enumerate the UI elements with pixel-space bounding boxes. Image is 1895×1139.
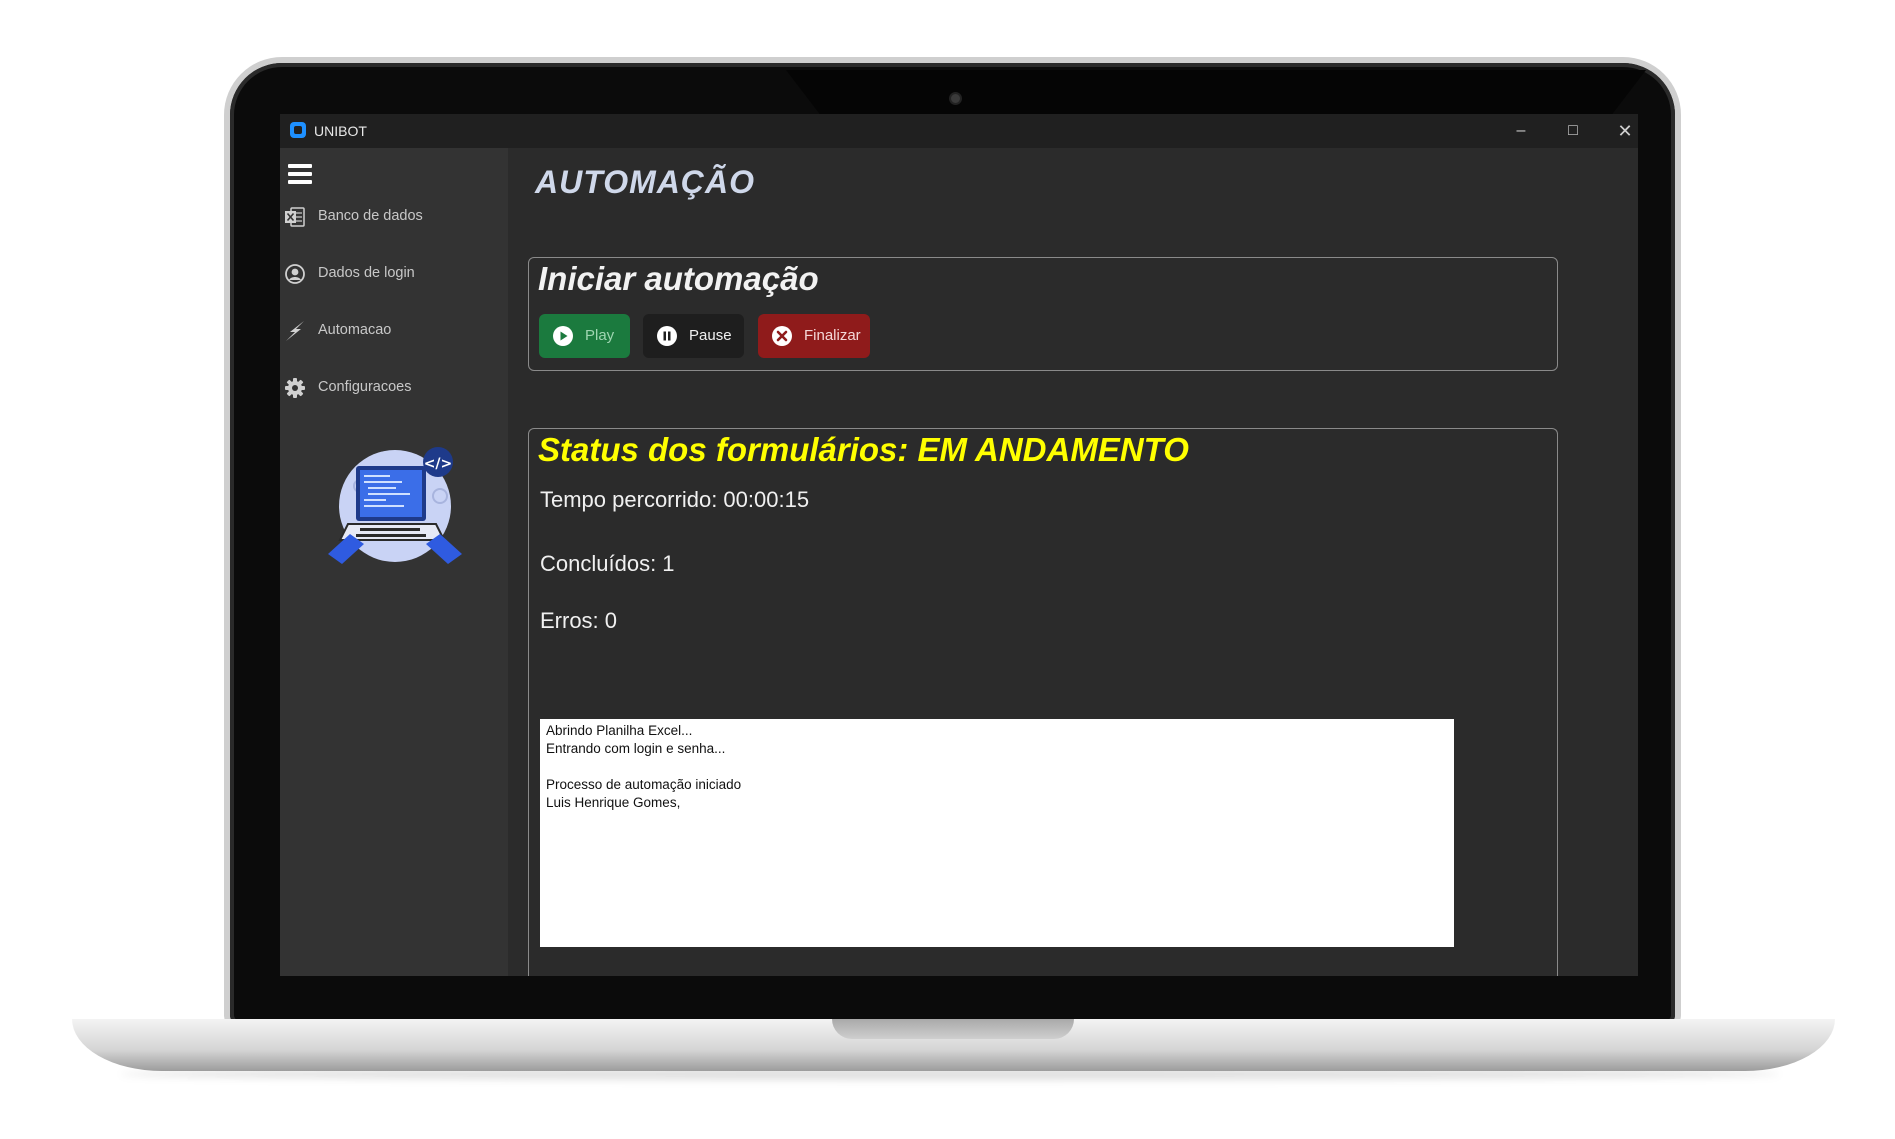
page-title: AUTOMAÇÃO [535, 164, 755, 200]
sidebar-item-label: Configuracoes [318, 379, 412, 395]
pause-button-label: Pause [689, 327, 732, 344]
sidebar-item-configuracoes[interactable]: Configuracoes [280, 367, 508, 407]
laptop-base-notch [832, 1019, 1074, 1039]
sidebar-item-label: Dados de login [318, 265, 415, 281]
elapsed-time: Tempo percorrido: 00:00:15 [540, 487, 810, 512]
main-content: AUTOMAÇÃO Iniciar automação Play Pause F… [508, 148, 1638, 976]
completed-count: Concluídos: 1 [540, 551, 675, 576]
sidebar: Banco de dados Dados de login Automacao [280, 148, 508, 976]
sidebar-item-dados-de-login[interactable]: Dados de login [280, 253, 508, 293]
minimize-icon[interactable]: – [1506, 120, 1536, 142]
hamburger-menu-icon[interactable] [288, 164, 312, 186]
play-icon [553, 326, 573, 346]
play-button-label: Play [585, 327, 615, 344]
play-button[interactable]: Play [539, 314, 630, 358]
log-line: Abrindo Planilha Excel... [546, 723, 693, 738]
pause-icon [657, 326, 677, 346]
app-title: UNIBOT [314, 123, 367, 139]
gear-icon [285, 378, 305, 398]
app-window: UNIBOT – □ ✕ Banco de dados Dados de log… [280, 114, 1638, 976]
developer-laptop-illustration: </> [328, 447, 462, 564]
log-line: Processo de automação iniciado [546, 777, 742, 792]
pause-button[interactable]: Pause [643, 314, 744, 358]
start-panel-title: Iniciar automação [538, 260, 819, 297]
finalize-button-label: Finalizar [804, 327, 861, 344]
sidebar-item-banco-de-dados[interactable]: Banco de dados [280, 196, 508, 236]
sidebar-item-label: Banco de dados [318, 208, 423, 224]
laptop-top-notch [786, 70, 1646, 115]
start-automation-panel: Iniciar automação Play Pause Finalizar [528, 257, 1558, 371]
title-bar: UNIBOT – □ ✕ [280, 114, 1638, 148]
close-circle-icon [772, 326, 792, 346]
user-circle-icon [285, 264, 305, 284]
finalize-button[interactable]: Finalizar [758, 314, 870, 358]
lightning-icon [286, 321, 304, 341]
close-icon[interactable]: ✕ [1610, 120, 1638, 142]
maximize-icon[interactable]: □ [1558, 120, 1588, 142]
app-logo-icon [290, 122, 306, 138]
sidebar-item-label: Automacao [318, 322, 392, 338]
log-output-box[interactable]: Abrindo Planilha Excel... Entrando com l… [540, 719, 1454, 947]
error-count: Erros: 0 [540, 608, 618, 633]
sidebar-item-automacao[interactable]: Automacao [280, 310, 508, 350]
log-line: Luis Henrique Gomes, [546, 795, 681, 810]
status-title: Status dos formulários: EM ANDAMENTO [538, 431, 1189, 468]
status-panel: Status dos formulários: EM ANDAMENTO Tem… [528, 428, 1558, 976]
log-line: Entrando com login e senha... [546, 741, 726, 756]
svg-text:</>: </> [424, 456, 453, 472]
excel-icon [285, 207, 305, 227]
webcam [949, 92, 962, 105]
